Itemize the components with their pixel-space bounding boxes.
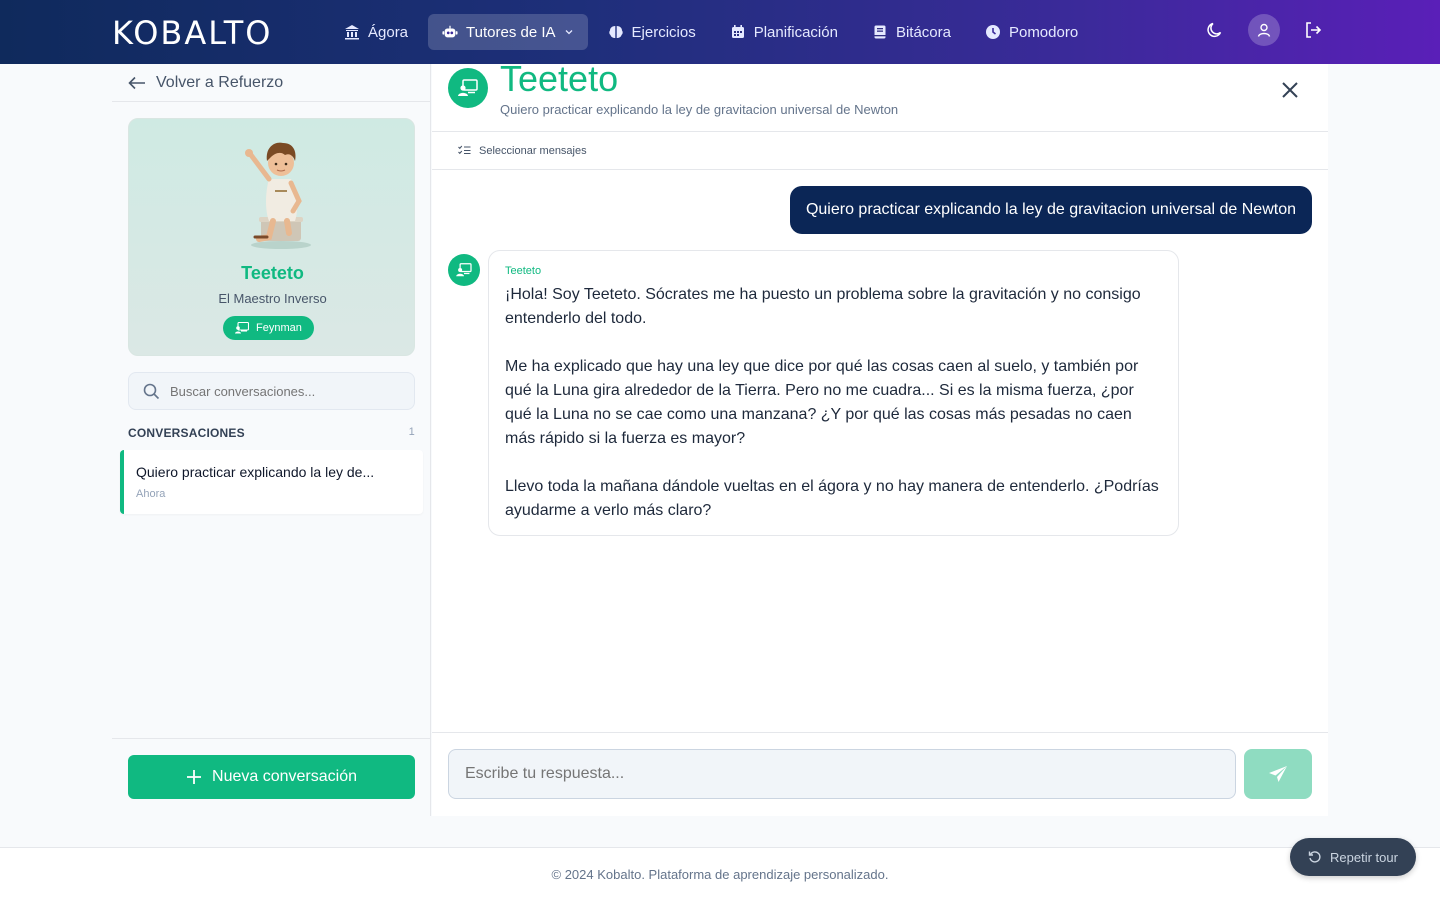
nav-item-label: Bitácora bbox=[895, 23, 951, 41]
tutor-illustration bbox=[245, 142, 311, 249]
nav-item-pomodoro[interactable]: Pomodoro bbox=[971, 14, 1092, 50]
select-messages-button[interactable]: Seleccionar mensajes bbox=[432, 132, 1328, 170]
select-messages-label: Seleccionar mensajes bbox=[479, 144, 587, 157]
arrow-left-icon bbox=[128, 76, 145, 90]
moon-icon bbox=[1207, 22, 1222, 38]
chat-header: Teeteto Quiero practicar explicando la l… bbox=[432, 58, 1328, 132]
conversation-time: Ahora bbox=[136, 488, 166, 500]
repeat-tour-button[interactable]: Repetir tour bbox=[1290, 838, 1416, 876]
nav-item-planificacion[interactable]: Planificación bbox=[716, 14, 852, 50]
presentation-icon bbox=[456, 263, 472, 277]
nav-item-agora[interactable]: Ágora bbox=[330, 14, 422, 50]
divider bbox=[112, 101, 431, 102]
user-icon bbox=[1257, 23, 1271, 37]
book-icon bbox=[874, 25, 886, 39]
chevron-down-icon bbox=[565, 30, 572, 35]
close-icon[interactable] bbox=[1278, 78, 1302, 102]
tutor-role: El Maestro Inverso bbox=[218, 291, 327, 306]
back-to-refuerzo-link[interactable]: Volver a Refuerzo bbox=[128, 64, 283, 102]
presentation-icon bbox=[458, 79, 478, 96]
tutor-card: Teeteto El Maestro Inverso Feynman bbox=[128, 118, 415, 356]
nav-item-label: Tutores de IA bbox=[466, 23, 556, 41]
nav-item-label: Planificación bbox=[753, 23, 838, 41]
send-icon bbox=[1269, 766, 1287, 782]
conversation-item[interactable]: Quiero practicar explicando la ley de...… bbox=[120, 450, 423, 514]
tutor-name: Teeteto bbox=[241, 263, 304, 283]
sidebar: Volver a Refuerzo Teeteto El Maestro Inv… bbox=[112, 64, 431, 816]
new-conversation-label: Nueva conversación bbox=[212, 768, 357, 785]
conversation-title: Quiero practicar explicando la ley de... bbox=[136, 464, 375, 480]
robot-icon bbox=[442, 25, 458, 38]
main-nav: Ágora Tutores de IA Ejercicios Planifica… bbox=[330, 14, 1092, 50]
theme-toggle-button[interactable] bbox=[1200, 15, 1230, 45]
footer: © 2024 Kobalto. Plataforma de aprendizaj… bbox=[0, 847, 1440, 900]
message-author: Teeteto bbox=[505, 265, 542, 277]
repeat-tour-label: Repetir tour bbox=[1330, 849, 1398, 865]
refresh-icon bbox=[1308, 851, 1321, 863]
tutor-avatar bbox=[448, 68, 488, 108]
bank-icon bbox=[345, 25, 359, 40]
search-input[interactable] bbox=[170, 383, 400, 399]
logout-icon bbox=[1306, 22, 1322, 38]
presentation-icon bbox=[235, 322, 249, 334]
chat-subtitle: Quiero practicar explicando la ley de gr… bbox=[500, 102, 899, 117]
chat-title: Teeteto bbox=[500, 58, 619, 99]
calendar-icon bbox=[731, 25, 744, 38]
nav-item-ejercicios[interactable]: Ejercicios bbox=[594, 14, 710, 50]
divider bbox=[432, 732, 1328, 733]
tutor-avatar bbox=[448, 254, 480, 286]
chat-panel: Teeteto Quiero practicar explicando la l… bbox=[432, 58, 1328, 816]
search-icon bbox=[143, 383, 160, 399]
new-conversation-button[interactable]: Nueva conversación bbox=[128, 755, 415, 799]
logout-button[interactable] bbox=[1298, 15, 1328, 45]
conversations-title: CONVERSACIONES bbox=[128, 426, 245, 440]
badge-label: Feynman bbox=[256, 322, 302, 334]
divider bbox=[112, 738, 431, 739]
brain-icon bbox=[608, 26, 623, 38]
top-navbar: KOBALTO Ágora Tutores de IA Ejercicios P… bbox=[0, 0, 1440, 64]
clock-icon bbox=[985, 25, 1000, 39]
nav-item-label: Ágora bbox=[368, 23, 409, 41]
conversations-count: 1 bbox=[408, 426, 415, 438]
user-menu-button[interactable] bbox=[1248, 14, 1280, 46]
nav-item-bitacora[interactable]: Bitácora bbox=[858, 14, 965, 50]
nav-item-label: Pomodoro bbox=[1008, 23, 1079, 41]
plus-icon bbox=[187, 770, 202, 784]
user-message: Quiero practicar explicando la ley de gr… bbox=[789, 186, 1312, 234]
nav-right-actions bbox=[1200, 14, 1328, 46]
app-logo[interactable]: KOBALTO bbox=[112, 14, 272, 52]
footer-text: © 2024 Kobalto. Plataforma de aprendizaj… bbox=[551, 866, 889, 882]
nav-item-label: Ejercicios bbox=[631, 23, 696, 41]
tutor-message: Teeteto ¡Hola! Soy Teeteto. Sócrates me … bbox=[488, 250, 1179, 536]
tutor-method-badge: Feynman bbox=[223, 316, 314, 340]
send-button[interactable] bbox=[1244, 749, 1312, 799]
checklist-icon bbox=[458, 145, 471, 155]
back-label: Volver a Refuerzo bbox=[156, 74, 284, 91]
reply-input[interactable] bbox=[448, 749, 1236, 799]
nav-item-tutores[interactable]: Tutores de IA bbox=[428, 14, 588, 50]
conversation-search bbox=[128, 372, 415, 410]
message-text: ¡Hola! Soy Teeteto. Sócrates me ha puest… bbox=[505, 286, 1159, 519]
conversations-header: CONVERSACIONES 1 bbox=[128, 426, 415, 440]
